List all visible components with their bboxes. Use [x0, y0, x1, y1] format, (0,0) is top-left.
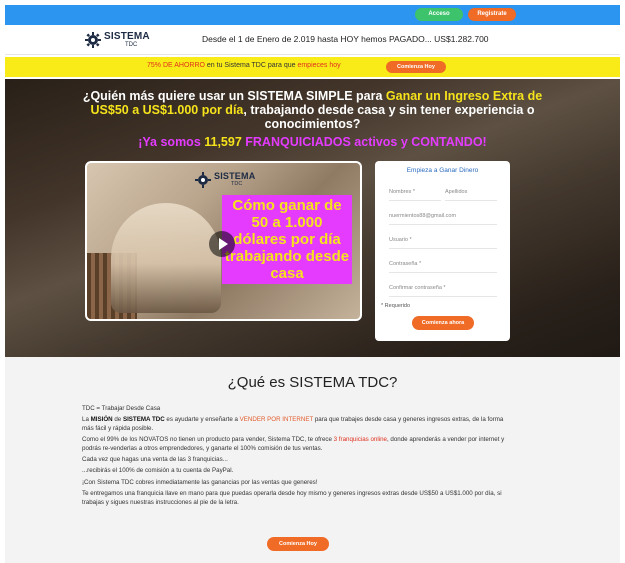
- about-mission: La MISIÓN de SISTEMA TDC es ayudarte y e…: [82, 416, 512, 433]
- mission-c: de: [112, 416, 123, 424]
- mission-a: La: [82, 416, 91, 424]
- paid-text: Desde el 1 de Enero de 2.019 hasta HOY h…: [202, 34, 432, 44]
- about-p5: ...recibirás el 100% de comisión a tu cu…: [82, 467, 234, 475]
- about-p6: ¡Con Sistema TDC cobres inmediatamente l…: [82, 478, 318, 486]
- about-franchises: Como el 99% de los NOVATOS no tienen un …: [82, 436, 512, 453]
- hero-section: ¿Quién más quiere usar un SISTEMA SIMPLE…: [5, 79, 620, 357]
- video-title: Cómo ganar de 50 a 1.000 dólares por día…: [222, 195, 352, 284]
- register-button[interactable]: Registrate: [468, 8, 516, 21]
- franchises-link[interactable]: 3 franquicias online: [334, 436, 387, 443]
- mission-b: MISIÓN: [90, 416, 113, 424]
- about-p7: Te entregamos una franquicia llave en ma…: [82, 490, 502, 506]
- login-button[interactable]: Acceso: [415, 8, 463, 21]
- headline-post: , trabajando desde casa y sin tener expe…: [243, 103, 535, 131]
- about-line1: TDC = Trabajar Desde Casa: [82, 405, 161, 412]
- first-name-input[interactable]: Nombres *: [389, 183, 441, 201]
- signup-form: Empieza a Ganar Dinero Nombres * Apellid…: [375, 161, 510, 341]
- mission-d: SISTEMA TDC: [122, 416, 165, 424]
- paid-counter: Desde el 1 de Enero de 2.019 hasta HOY h…: [202, 34, 489, 44]
- site-header: SISTEMA TDC Desde el 1 de Enero de 2.019…: [5, 25, 620, 55]
- start-today-button-bottom[interactable]: Comienza Hoy: [267, 537, 329, 551]
- promo-text: 75% DE AHORRO en tu Sistema TDC para que…: [147, 62, 341, 69]
- video-logo: SISTEMA TDC: [195, 171, 275, 191]
- promo-mid: en tu Sistema TDC para que: [204, 62, 298, 69]
- headline-pre: ¿Quién más quiere usar un SISTEMA SIMPLE…: [82, 89, 386, 103]
- mission-f: VENDER POR INTERNET: [239, 416, 314, 424]
- username-input[interactable]: Usuario *: [389, 231, 497, 249]
- about-body: TDC = Trabajar Desde Casa La MISIÓN de S…: [82, 405, 512, 510]
- confirm-password-input[interactable]: Confirmar contraseña *: [389, 279, 497, 297]
- count-post: FRANQUICIADOS activos y CONTANDO!: [241, 135, 487, 149]
- top-bar: Acceso Registrate: [5, 5, 620, 25]
- email-input[interactable]: nuermientos88@gmail.com: [389, 207, 497, 225]
- franchises-a: Como el 99% de los NOVATOS no tienen un …: [82, 436, 334, 444]
- start-now-button[interactable]: Comienza ahora: [412, 316, 474, 330]
- promo-cta-text: empieces hoy: [297, 62, 341, 69]
- video-logo-name: SISTEMA: [214, 171, 256, 181]
- gear-icon: [85, 32, 101, 48]
- form-title: Empieza a Ganar Dinero: [406, 167, 479, 174]
- about-title: ¿Qué es SISTEMA TDC?: [227, 374, 398, 391]
- password-input[interactable]: Contraseña *: [389, 255, 497, 273]
- count-pre: ¡Ya somos: [138, 135, 205, 149]
- about-p4: Cada vez que hagas una venta de las 3 fr…: [82, 456, 228, 464]
- required-note: * Requerido: [381, 303, 411, 309]
- play-icon[interactable]: [209, 231, 235, 257]
- promo-discount: 75% DE AHORRO: [147, 62, 205, 69]
- logo-name: SISTEMA: [104, 31, 150, 42]
- start-today-button-top[interactable]: Comienza Hoy: [386, 61, 446, 73]
- paid-amount: US$1.282.700: [434, 34, 489, 44]
- last-name-input[interactable]: Apellidos: [445, 183, 497, 201]
- video-logo-sub: TDC: [231, 181, 243, 187]
- video-player[interactable]: SISTEMA TDC Cómo ganar de 50 a 1.000 dól…: [85, 161, 362, 321]
- video-thumbnail-people: [111, 203, 221, 313]
- mission-e: es ayudarte y enseñarte a: [164, 416, 240, 424]
- hero-headline: ¿Quién más quiere usar un SISTEMA SIMPLE…: [65, 89, 560, 131]
- about-section: ¿Qué es SISTEMA TDC? TDC = Trabajar Desd…: [5, 357, 620, 563]
- franchise-count: ¡Ya somos 11,597 FRANQUICIADOS activos y…: [65, 135, 560, 149]
- gear-icon: [195, 172, 211, 188]
- promo-bar: 75% DE AHORRO en tu Sistema TDC para que…: [5, 57, 620, 77]
- count-number: 11,597: [204, 135, 242, 149]
- logo-sub: TDC: [125, 42, 138, 48]
- site-logo[interactable]: SISTEMA TDC: [85, 31, 165, 51]
